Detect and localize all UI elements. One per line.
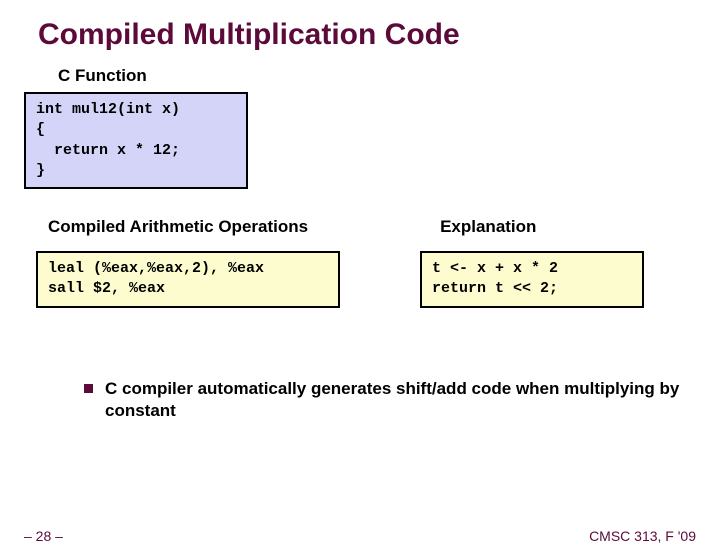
section-c-function: C Function [58,66,720,86]
bullet-square-icon [84,384,93,393]
footer-page-number: – 28 – [24,528,63,544]
footer-course: CMSC 313, F '09 [589,528,696,544]
bullet-item: C compiler automatically generates shift… [84,378,680,422]
bullet-text: C compiler automatically generates shift… [105,378,680,422]
explanation-box: t <- x + x * 2 return t << 2; [420,251,644,308]
asm-code-box: leal (%eax,%eax,2), %eax sall $2, %eax [36,251,340,308]
section-compiled-ops: Compiled Arithmetic Operations [48,217,308,237]
c-code-box: int mul12(int x) { return x * 12; } [24,92,248,189]
section-explanation: Explanation [440,217,536,237]
slide-title: Compiled Multiplication Code [38,18,720,52]
